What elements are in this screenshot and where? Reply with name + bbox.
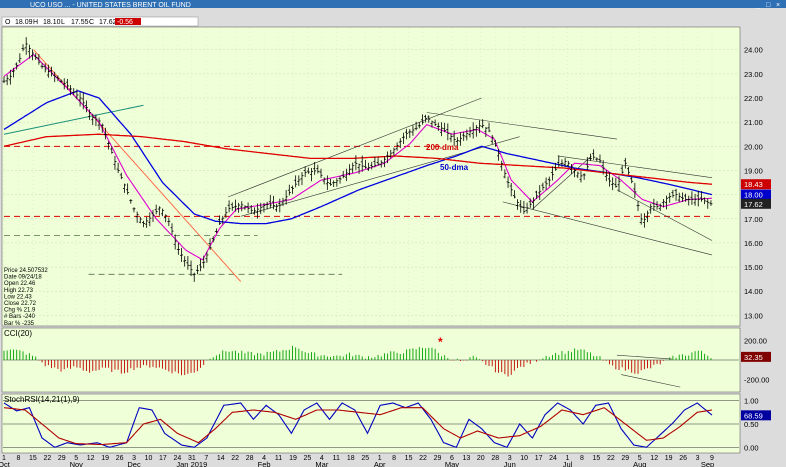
x-tick-label: 12 [87, 455, 95, 462]
ohlc-item: -0.56 [117, 19, 133, 26]
x-tick-label: 12 [650, 455, 658, 462]
price-tick-label: 21.00 [744, 118, 763, 127]
info-line: # Bars -240 [4, 314, 36, 320]
x-tick-label: 10 [520, 455, 528, 462]
x-tick-label: 22 [419, 455, 427, 462]
info-line: High 22.73 [4, 288, 34, 294]
price-chart[interactable]: UCO USO ... - UNITED STATES BRENT OIL FU… [0, 0, 786, 467]
x-tick-label: 22 [231, 455, 239, 462]
x-tick-label: 26 [679, 455, 687, 462]
stoch-tick-label: 0.50 [744, 420, 759, 429]
x-tick-label: 29 [621, 455, 629, 462]
x-tick-label: 13 [462, 455, 470, 462]
x-tick-label: 26 [116, 455, 124, 462]
x-tick-label: 8 [580, 455, 584, 462]
x-tick-label: 3 [696, 455, 700, 462]
x-tick-label: 18 [347, 455, 355, 462]
window-control: _ [755, 2, 760, 9]
month-label: Mar [315, 460, 328, 467]
info-line: Date 09/24/18 [4, 275, 42, 281]
x-tick-label: 15 [593, 455, 601, 462]
cci-tick-label: 200.00 [744, 337, 767, 346]
month-label: Jan 2019 [176, 460, 207, 467]
ohlc-item: H [33, 19, 38, 26]
x-tick-label: 22 [43, 455, 51, 462]
x-tick-label: 11 [333, 455, 340, 462]
info-line: Low 22.43 [4, 294, 32, 300]
x-tick-label: 25 [304, 455, 312, 462]
ohlc-item: 17.55 [71, 19, 89, 26]
price-tick-label: 19.00 [744, 166, 763, 175]
cci-value-badge-text: 32.35 [744, 353, 763, 362]
x-tick-label: 25 [361, 455, 369, 462]
info-line: Price 24.507532 [4, 268, 48, 274]
ma50-label: 50-dma [440, 163, 469, 172]
window-control: × [776, 2, 780, 9]
stoch-value-badge-text: 68.59 [744, 411, 763, 420]
price-tick-label: 23.00 [744, 70, 763, 79]
stoch-tick-label: 0.00 [744, 443, 759, 452]
x-tick-label: 29 [58, 455, 66, 462]
cci-tick-label: -200.00 [744, 375, 769, 384]
month-label: Jul [563, 460, 573, 467]
x-tick-label: 14 [217, 455, 225, 462]
ohlc-item: 18.10 [43, 19, 61, 26]
price-value-badge-text: 17.62 [744, 200, 763, 209]
month-label: Dec [127, 460, 141, 467]
cci-peak-star: * [438, 335, 443, 349]
price-value-badge-text: 18.43 [744, 180, 763, 189]
ohlc-item: C [89, 19, 94, 26]
month-label: May [445, 460, 459, 467]
x-tick-label: 19 [101, 455, 109, 462]
x-tick-label: 8 [392, 455, 396, 462]
month-label: Apr [374, 460, 386, 467]
x-tick-label: 24 [549, 455, 557, 462]
x-tick-label: 19 [289, 455, 297, 462]
x-tick-label: 29 [434, 455, 442, 462]
ohlc-item: O [5, 19, 11, 26]
x-tick-label: 15 [405, 455, 413, 462]
month-label: Aug [633, 460, 646, 467]
ma200-label: 200-dma [426, 143, 459, 152]
ohlc-item: 17.62 [99, 19, 117, 26]
window-title: UCO USO ... - UNITED STATES BRENT OIL FU… [30, 2, 191, 9]
month-label: Oct [0, 460, 11, 467]
price-tick-label: 20.00 [744, 142, 763, 151]
price-value-badge-text: 18.00 [744, 191, 763, 200]
chart-window: UCO USO ... - UNITED STATES BRENT OIL FU… [0, 0, 786, 467]
window-controls: _ □ × [755, 2, 780, 9]
stochrsi-title: StochRSI(14,21(1),9) [4, 395, 80, 404]
x-tick-label: 28 [246, 455, 254, 462]
price-tick-label: 17.00 [744, 215, 763, 224]
info-line: Bar % -235 [4, 321, 35, 327]
price-tick-label: 16.00 [744, 239, 763, 248]
x-tick-label: 19 [665, 455, 673, 462]
month-label: Nov [70, 460, 84, 467]
month-label: Jun [504, 460, 516, 467]
ohlc-item: L [61, 19, 65, 26]
price-tick-label: 15.00 [744, 263, 763, 272]
x-tick-label: 8 [16, 455, 20, 462]
info-line: Close 22.72 [4, 301, 37, 307]
x-tick-label: 20 [477, 455, 485, 462]
x-tick-label: 15 [29, 455, 37, 462]
price-tick-label: 13.00 [744, 311, 763, 320]
month-label: Sep [701, 460, 714, 467]
info-line: Open 22.46 [4, 281, 36, 287]
stoch-tick-label: 1.00 [744, 397, 759, 406]
x-tick-label: 28 [491, 455, 499, 462]
ohlc-item: 18.09 [15, 19, 33, 26]
x-tick-label: 17 [535, 455, 543, 462]
x-tick-label: 17 [159, 455, 167, 462]
x-tick-label: 11 [275, 455, 282, 462]
month-label: Feb [258, 460, 271, 467]
price-tick-label: 14.00 [744, 287, 763, 296]
x-tick-label: 10 [145, 455, 153, 462]
price-tick-label: 24.00 [744, 46, 763, 55]
price-tick-label: 22.00 [744, 94, 763, 103]
ohlc-values: O 18.09 H 18.10 L 17.55 C 17.62 -0.56 [5, 18, 141, 26]
info-line: Chg % 21.9 [4, 308, 36, 314]
x-tick-label: 22 [607, 455, 615, 462]
cci-title: CCI(20) [4, 329, 32, 338]
